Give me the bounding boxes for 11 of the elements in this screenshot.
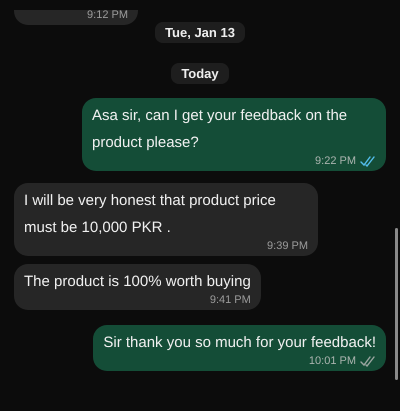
message-text: I will be very honest that product price must be 10,000 PKR . bbox=[24, 191, 277, 238]
message-text: Sir thank you so much for your feedback! bbox=[103, 333, 376, 353]
message-time: 9:22 PM bbox=[315, 155, 356, 168]
message-time: 9:41 PM bbox=[210, 294, 251, 307]
message-text: The product is 100% worth buying bbox=[24, 272, 251, 292]
date-separator: Today bbox=[171, 63, 229, 84]
message-text: Asa sir, can I get your feedback on the product please? bbox=[92, 106, 348, 153]
message-time: 9:12 PM bbox=[87, 9, 128, 22]
message-time: 10:01 PM bbox=[308, 355, 356, 368]
date-separator: Tue, Jan 13 bbox=[155, 22, 245, 43]
message-time: 9:39 PM bbox=[267, 240, 308, 253]
